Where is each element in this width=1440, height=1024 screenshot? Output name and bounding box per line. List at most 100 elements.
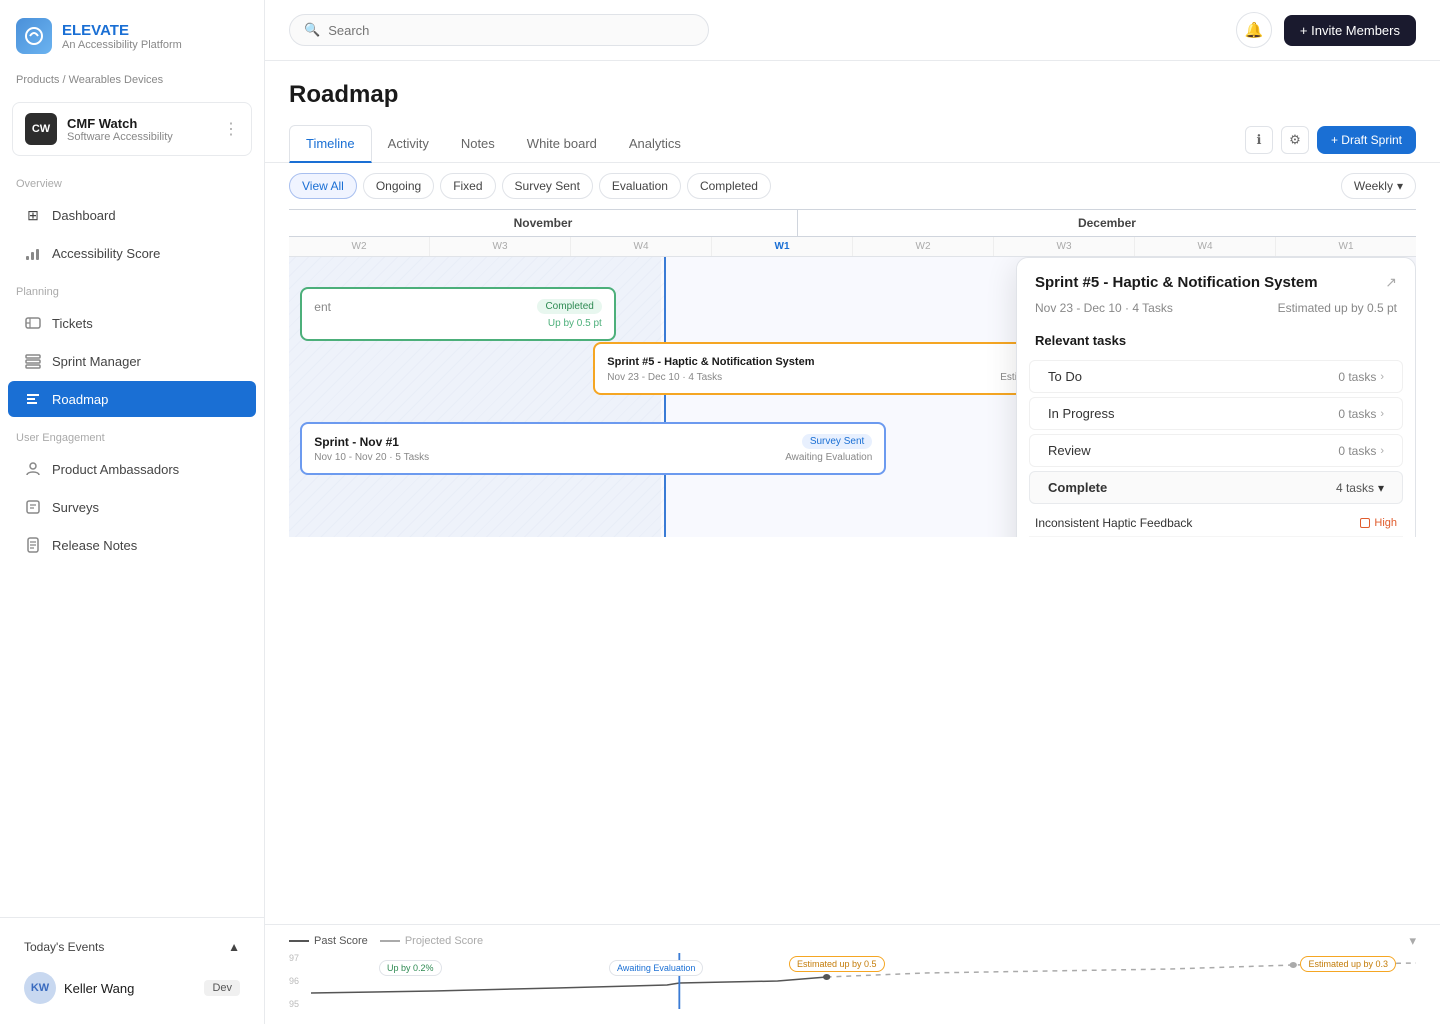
y-axis: 97 96 95: [289, 953, 311, 1009]
overview-section-label: Overview: [0, 164, 264, 196]
sidebar-item-surveys[interactable]: Surveys: [8, 489, 256, 525]
popup-external-icon[interactable]: ↗: [1385, 274, 1397, 291]
sidebar-item-label: Sprint Manager: [52, 354, 141, 369]
dashboard-icon: ⊞: [24, 206, 42, 224]
filter-completed[interactable]: Completed: [687, 173, 771, 199]
sidebar-item-tickets[interactable]: Tickets: [8, 305, 256, 341]
sidebar-item-label: Roadmap: [52, 392, 108, 407]
popup-relevant-tasks-title: Relevant tasks: [1017, 325, 1415, 356]
today-events-header[interactable]: Today's Events ▲: [12, 930, 252, 964]
timeline-area: November December W2 W3 W4 W1 W2 W3 W4 W…: [265, 209, 1440, 924]
tab-analytics[interactable]: Analytics: [613, 126, 697, 163]
tickets-icon: [24, 314, 42, 332]
chevron-right-icon: ›: [1380, 445, 1384, 457]
past-score-line: [289, 940, 309, 942]
sprint-survey-dates: Nov 10 - Nov 20 · 5 Tasks: [314, 452, 429, 463]
task-row-todo[interactable]: To Do 0 tasks ›: [1029, 360, 1403, 393]
logo-text: ELEVATE An Accessibility Platform: [62, 22, 182, 51]
info-icon-button[interactable]: ℹ: [1245, 126, 1273, 154]
invite-members-button[interactable]: + Invite Members: [1284, 15, 1416, 46]
sidebar-item-release-notes[interactable]: Release Notes: [8, 527, 256, 563]
tab-activity[interactable]: Activity: [372, 126, 445, 163]
week-w1-cur: W1: [712, 237, 853, 256]
task-count-todo: 0 tasks ›: [1338, 370, 1384, 384]
popup-header: Sprint #5 - Haptic & Notification System…: [1017, 258, 1415, 301]
sidebar: ELEVATE An Accessibility Platform Produc…: [0, 0, 265, 1024]
sprint-card-completed[interactable]: ent Completed Up by 0.5 pt: [300, 287, 616, 341]
sidebar-item-ambassadors[interactable]: Product Ambassadors: [8, 451, 256, 487]
week-w1e: W1: [1276, 237, 1416, 256]
week-w2: W2: [289, 237, 430, 256]
item-name-1: Inconsistent Haptic Feedback: [1035, 516, 1192, 530]
priority-icon-1: [1360, 518, 1370, 528]
search-input[interactable]: [328, 23, 694, 38]
workspace-options-icon[interactable]: ⋮: [223, 119, 239, 139]
topbar-right: 🔔 + Invite Members: [1236, 12, 1416, 48]
today-events-chevron-icon: ▲: [228, 940, 240, 954]
draft-sprint-button[interactable]: + Draft Sprint: [1317, 126, 1416, 154]
sprint-completed-partial-label: ent: [314, 300, 331, 314]
sidebar-item-roadmap[interactable]: Roadmap: [8, 381, 256, 417]
user-name: Keller Wang: [64, 981, 134, 996]
filter-tags: View All Ongoing Fixed Survey Sent Evalu…: [289, 173, 771, 199]
chevron-right-icon: ›: [1380, 408, 1384, 420]
annotation-awaiting: Awaiting Evaluation: [609, 959, 703, 974]
weekly-filter-button[interactable]: Weekly ▾: [1341, 173, 1416, 199]
tab-notes[interactable]: Notes: [445, 126, 511, 163]
filter-view-all[interactable]: View All: [289, 173, 357, 199]
sidebar-item-accessibility[interactable]: Accessibility Score: [8, 235, 256, 271]
release-notes-icon: [24, 536, 42, 554]
filter-fixed[interactable]: Fixed: [440, 173, 495, 199]
notification-button[interactable]: 🔔: [1236, 12, 1272, 48]
sidebar-item-label: Tickets: [52, 316, 93, 331]
page-header: Roadmap: [265, 61, 1440, 125]
sidebar-item-label: Release Notes: [52, 538, 137, 553]
ambassadors-icon: [24, 460, 42, 478]
popup-meta: Nov 23 - Dec 10 · 4 Tasks Estimated up b…: [1017, 301, 1415, 325]
breadcrumb: Products / Wearables Devices: [0, 66, 264, 94]
week-headers: W2 W3 W4 W1 W2 W3 W4 W1: [289, 237, 1416, 257]
week-w4d: W4: [1135, 237, 1276, 256]
sprint-completed-badge: Completed: [537, 299, 601, 314]
sidebar-item-sprint-manager[interactable]: Sprint Manager: [8, 343, 256, 379]
sprint-icon: [24, 352, 42, 370]
timeline-body: ent Completed Up by 0.5 pt Sprint #5 - H…: [289, 257, 1416, 537]
score-graph-header: Past Score Projected Score ▾: [289, 933, 1416, 949]
past-score-label: Past Score: [289, 935, 368, 947]
task-label-complete: Complete: [1048, 480, 1107, 495]
filter-survey-sent[interactable]: Survey Sent: [502, 173, 593, 199]
filter-evaluation[interactable]: Evaluation: [599, 173, 681, 199]
popup-title: Sprint #5 - Haptic & Notification System: [1035, 274, 1318, 291]
complete-item-1: Inconsistent Haptic Feedback High: [1029, 510, 1403, 537]
sprint-survey-note: Awaiting Evaluation: [785, 452, 872, 463]
score-graph-toggle[interactable]: ▾: [1409, 933, 1416, 949]
projected-score-line: [380, 940, 400, 942]
topbar: 🔍 🔔 + Invite Members: [265, 0, 1440, 61]
task-label-todo: To Do: [1048, 369, 1082, 384]
tab-whiteboard[interactable]: White board: [511, 126, 613, 163]
task-count-complete: 4 tasks ▾: [1336, 481, 1384, 495]
task-row-complete[interactable]: Complete 4 tasks ▾: [1029, 471, 1403, 504]
task-row-inprogress[interactable]: In Progress 0 tasks ›: [1029, 397, 1403, 430]
task-count-review: 0 tasks ›: [1338, 444, 1384, 458]
sprint-survey-meta: Nov 10 - Nov 20 · 5 Tasks Awaiting Evalu…: [314, 452, 872, 463]
annotation-est1: Estimated up by 0.5: [789, 955, 885, 970]
user-row: KW Keller Wang Dev: [12, 964, 252, 1012]
month-headers: November December: [289, 209, 1416, 237]
tab-timeline[interactable]: Timeline: [289, 125, 372, 163]
sidebar-item-dashboard[interactable]: ⊞ Dashboard: [8, 197, 256, 233]
task-label-inprogress: In Progress: [1048, 406, 1114, 421]
graph-body: 97 96 95 Up by 0.2% Awaiting Ev: [289, 953, 1416, 1009]
main-content: 🔍 🔔 + Invite Members Roadmap Timeline Ac…: [265, 0, 1440, 1024]
sprint-survey-card[interactable]: Sprint - Nov #1 Survey Sent Nov 10 - Nov…: [300, 422, 886, 475]
priority-badge-1: High: [1360, 517, 1397, 529]
task-count-inprogress: 0 tasks ›: [1338, 407, 1384, 421]
filter-ongoing[interactable]: Ongoing: [363, 173, 434, 199]
tab-right-actions: ℹ ⚙ + Draft Sprint: [1245, 126, 1416, 162]
task-row-review[interactable]: Review 0 tasks ›: [1029, 434, 1403, 467]
workspace-card[interactable]: CW CMF Watch Software Accessibility ⋮: [12, 102, 252, 156]
search-box[interactable]: 🔍: [289, 14, 709, 46]
roadmap-icon: [24, 390, 42, 408]
settings-icon-button[interactable]: ⚙: [1281, 126, 1309, 154]
month-nov: November: [289, 210, 798, 236]
